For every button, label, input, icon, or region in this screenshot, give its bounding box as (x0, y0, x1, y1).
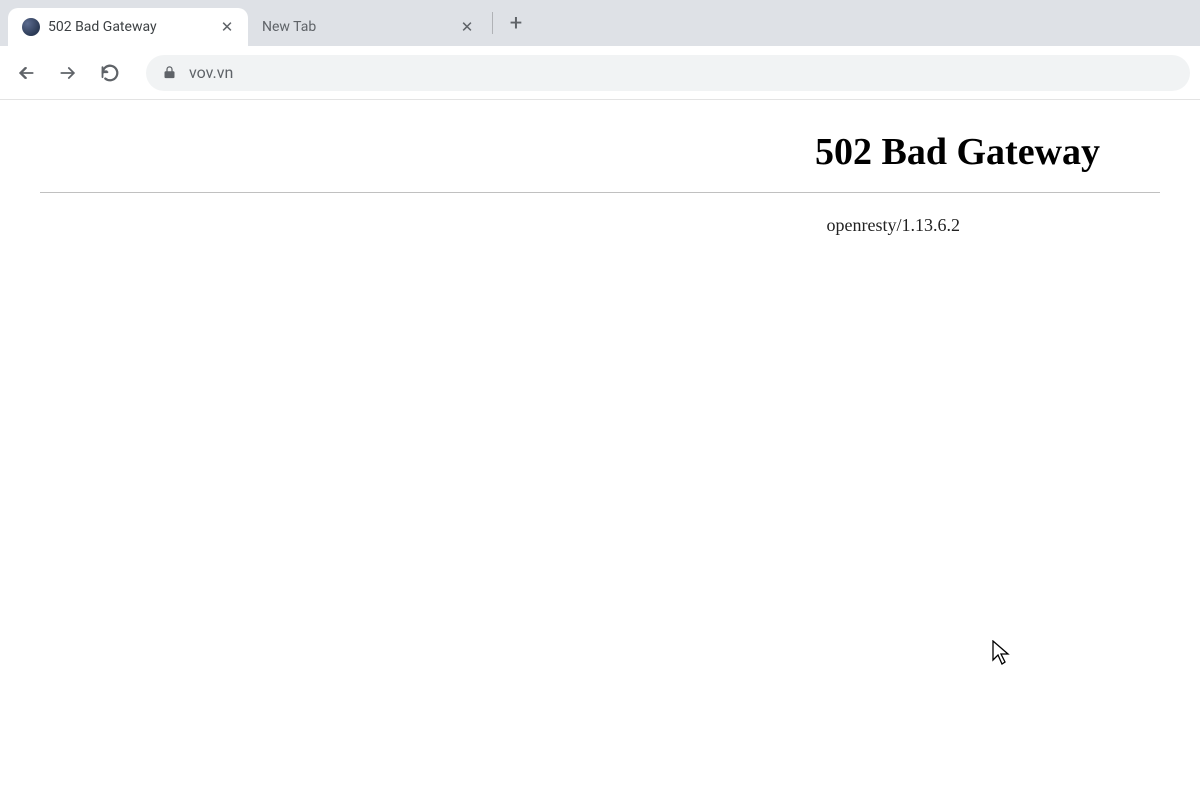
server-info: openresty/1.13.6.2 (40, 215, 1160, 236)
favicon-icon (22, 18, 40, 36)
error-heading: 502 Bad Gateway (40, 130, 1160, 174)
arrow-right-icon (58, 63, 78, 83)
toolbar: vov.vn (0, 46, 1200, 100)
address-bar[interactable]: vov.vn (146, 55, 1190, 91)
tab-inactive[interactable]: New Tab ✕ (248, 8, 488, 46)
page-content: 502 Bad Gateway openresty/1.13.6.2 (0, 100, 1200, 256)
reload-icon (100, 63, 120, 83)
lock-icon (162, 65, 177, 80)
back-button[interactable] (10, 57, 42, 89)
reload-button[interactable] (94, 57, 126, 89)
close-icon[interactable]: ✕ (218, 18, 236, 36)
tab-title: New Tab (262, 19, 450, 35)
close-icon[interactable]: ✕ (458, 18, 476, 36)
tab-active[interactable]: 502 Bad Gateway ✕ (8, 8, 248, 46)
cursor-icon (992, 640, 1012, 670)
arrow-left-icon (16, 63, 36, 83)
new-tab-button[interactable]: + (499, 6, 533, 40)
tab-separator (492, 12, 493, 34)
tab-title: 502 Bad Gateway (48, 19, 210, 35)
tab-strip: 502 Bad Gateway ✕ New Tab ✕ + (0, 0, 1200, 46)
url-text: vov.vn (189, 63, 233, 82)
forward-button[interactable] (52, 57, 84, 89)
divider (40, 192, 1160, 193)
